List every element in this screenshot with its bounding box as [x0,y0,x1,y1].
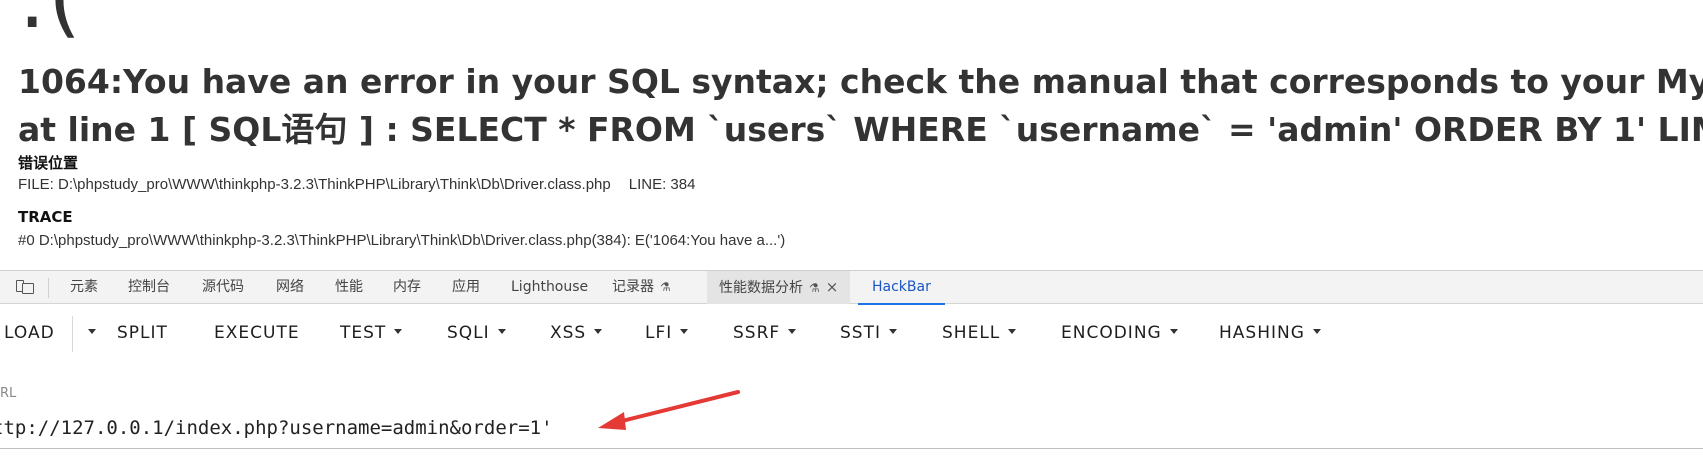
test-label: TEST [340,323,387,343]
shell-menu-button[interactable]: SHELL [942,304,1017,362]
error-file-path: FILE: D:\phpstudy_pro\WWW\thinkphp-3.2.3… [18,176,611,193]
tab-divider [48,278,49,298]
toolbar-divider [72,316,73,352]
trace-title: TRACE [18,208,73,226]
caret-down-icon [788,328,797,334]
test-menu-button[interactable]: TEST [340,304,403,362]
caret-down-icon [594,328,603,334]
tab-sources[interactable]: 源代码 [202,271,244,304]
annotation-arrow [598,390,740,430]
caret-down-icon [497,328,506,334]
caret-down-icon [1008,328,1017,334]
caret-down-icon [888,328,897,334]
encoding-label: ENCODING [1061,323,1162,343]
hashing-label: HASHING [1219,323,1305,343]
arrow-shaft [616,390,740,424]
load-button[interactable]: LOAD [4,304,55,362]
caret-down-icon [1312,328,1321,334]
tab-elements[interactable]: 元素 [70,271,98,304]
tab-performance-insights-label: 性能数据分析 [719,280,803,296]
flask-icon: ⚗ [809,281,820,295]
xss-label: XSS [550,323,587,343]
split-button[interactable]: SPLIT [117,304,168,362]
tab-performance[interactable]: 性能 [335,271,363,304]
caret-down-icon [394,328,403,334]
error-line-number: LINE: 384 [628,176,696,193]
tab-lighthouse[interactable]: Lighthouse [511,271,588,304]
lfi-label: LFI [645,323,673,343]
error-message: 1064:You have an error in your SQL synta… [18,58,1703,154]
ssrf-label: SSRF [733,323,781,343]
caret-down-icon [680,328,689,334]
devtools-tab-strip: 元素 控制台 源代码 网络 性能 内存 应用 Lighthouse 记录器 ⚗ 性… [0,270,1703,305]
error-file-info: FILE: D:\phpstudy_pro\WWW\thinkphp-3.2.3… [18,176,695,193]
tab-hackbar[interactable]: HackBar [858,271,945,305]
url-label: RL [0,386,17,401]
tab-memory[interactable]: 内存 [393,271,421,304]
shell-label: SHELL [942,323,1001,343]
xss-menu-button[interactable]: XSS [550,304,603,362]
error-location-title: 错误位置 [18,154,79,172]
load-dropdown-button[interactable] [80,304,96,362]
sqli-menu-button[interactable]: SQLI [447,304,506,362]
sqli-label: SQLI [447,323,490,343]
dock-side-icon[interactable] [16,279,34,295]
tab-performance-insights[interactable]: 性能数据分析 ⚗ × [707,271,851,304]
tab-application[interactable]: 应用 [452,271,480,304]
lfi-menu-button[interactable]: LFI [645,304,689,362]
url-input-underline [0,448,1703,449]
error-message-line-1: 1064:You have an error in your SQL synta… [18,62,1703,101]
hashing-menu-button[interactable]: HASHING [1219,304,1321,362]
ssti-menu-button[interactable]: SSTI [840,304,897,362]
tab-recorder[interactable]: 记录器 ⚗ [612,271,671,304]
tab-console[interactable]: 控制台 [128,271,170,304]
ssrf-menu-button[interactable]: SSRF [733,304,797,362]
encoding-menu-button[interactable]: ENCODING [1061,304,1178,362]
error-message-line-2: at line 1 [ SQL语句 ] : SELECT * FROM `use… [18,110,1703,149]
execute-button[interactable]: EXECUTE [214,304,300,362]
sad-face: :( [18,0,83,40]
close-icon[interactable]: × [826,278,839,296]
caret-down-icon [88,328,96,334]
error-page: :( 1064:You have an error in your SQL sy… [0,0,1703,270]
tab-recorder-label: 记录器 [612,279,654,295]
ssti-label: SSTI [840,323,881,343]
url-input[interactable] [0,411,1702,445]
trace-line: #0 D:\phpstudy_pro\WWW\thinkphp-3.2.3\Th… [18,232,786,249]
caret-down-icon [1169,328,1178,334]
hackbar-toolbar: LOAD SPLIT EXECUTE TEST SQLI XSS LFI SSR… [0,304,1703,362]
arrow-head [598,412,626,430]
flask-icon: ⚗ [660,280,671,294]
tab-network[interactable]: 网络 [276,271,304,304]
